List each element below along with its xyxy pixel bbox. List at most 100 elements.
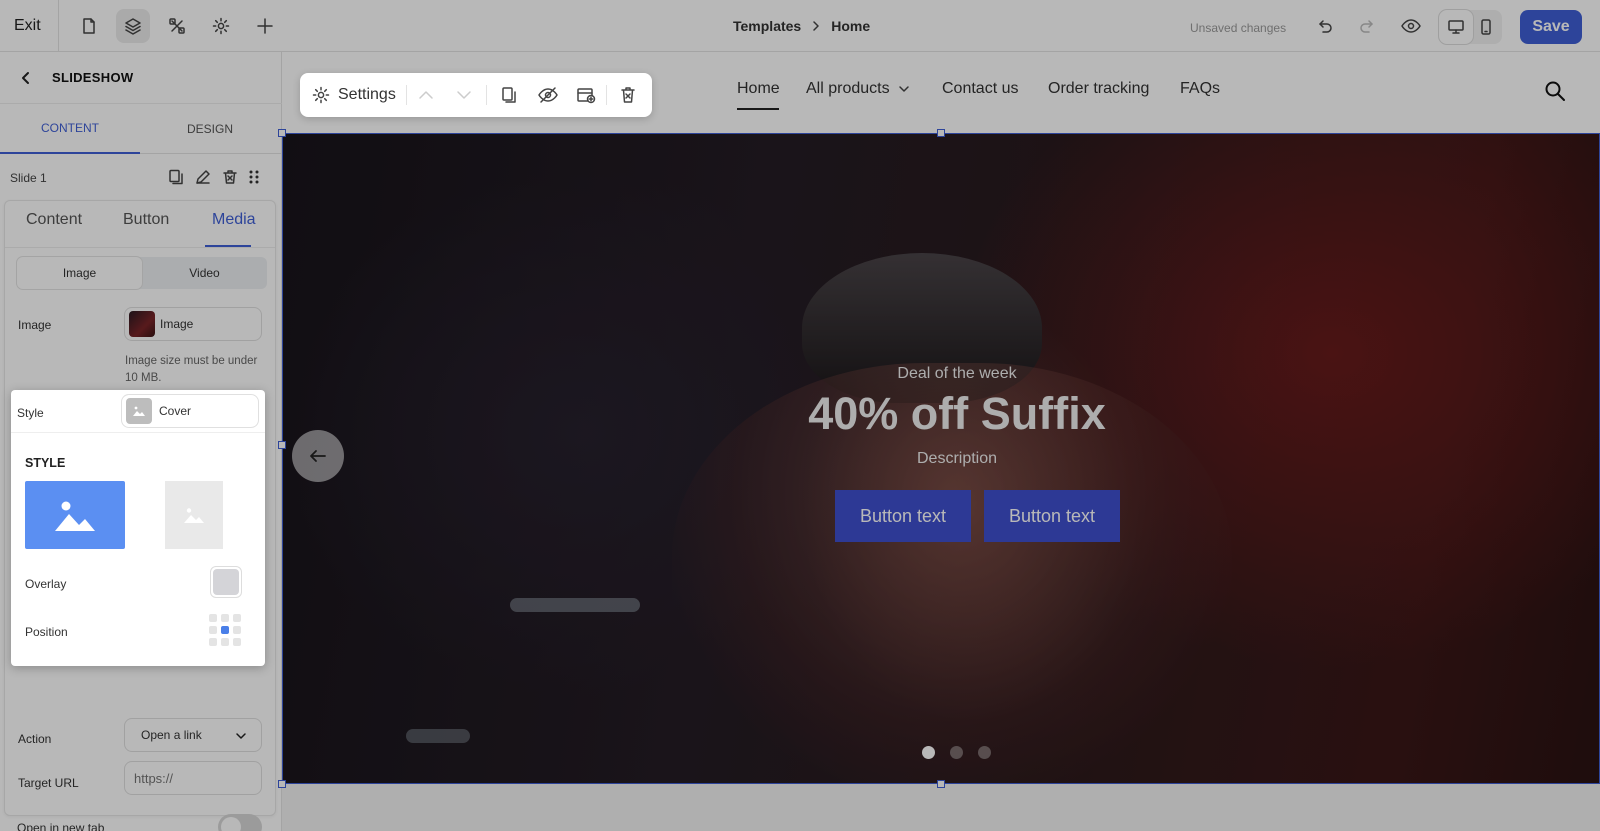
image-thumbnail: [129, 311, 155, 337]
slide-dot-active[interactable]: [922, 746, 935, 759]
position-cell[interactable]: [221, 638, 229, 646]
tab-content[interactable]: CONTENT: [0, 104, 140, 154]
search-icon[interactable]: [1544, 80, 1566, 102]
subtab-content[interactable]: Content: [26, 211, 82, 229]
top-toolbar: Exit Templates Home Unsaved changes Save: [0, 0, 1600, 52]
hero-button-primary[interactable]: Button text: [835, 490, 971, 542]
position-cell[interactable]: [209, 614, 217, 622]
add-icon[interactable]: [248, 9, 282, 43]
section-floating-toolbar: Settings: [300, 73, 652, 117]
media-type-image[interactable]: Image: [17, 257, 142, 289]
hero-button-secondary[interactable]: Button text: [984, 490, 1120, 542]
hero-heading: 40% off Suffix: [808, 388, 1106, 439]
redo-icon[interactable]: [1350, 9, 1384, 43]
breadcrumb-templates[interactable]: Templates: [733, 18, 801, 34]
style-select[interactable]: Cover: [121, 394, 259, 428]
target-url-input[interactable]: [124, 761, 262, 795]
image-hint: Image size must be under 10 MB.: [125, 353, 257, 387]
nav-faqs[interactable]: FAQs: [1180, 80, 1220, 98]
resize-handle[interactable]: [278, 129, 286, 137]
gear-icon[interactable]: [204, 9, 238, 43]
arrow-left-icon: [310, 450, 326, 462]
new-tab-toggle[interactable]: [218, 814, 262, 831]
image-picker[interactable]: Image: [124, 307, 262, 341]
hero-light-streak: [510, 598, 640, 612]
layers-icon[interactable]: [116, 9, 150, 43]
resize-handle[interactable]: [278, 441, 286, 449]
sidebar-tabs: CONTENT DESIGN: [0, 104, 282, 154]
action-select[interactable]: Open a link: [124, 718, 262, 752]
divider: [606, 85, 607, 105]
toggle-knob: [221, 817, 241, 831]
resize-handle[interactable]: [937, 129, 945, 137]
eye-icon[interactable]: [1394, 9, 1428, 43]
new-tab-label: Open in new tab: [17, 821, 105, 831]
position-grid[interactable]: [209, 614, 241, 646]
position-cell[interactable]: [233, 614, 241, 622]
resize-handle[interactable]: [937, 780, 945, 788]
move-up-icon[interactable]: [418, 88, 434, 102]
breadcrumb-home: Home: [831, 18, 871, 34]
nav-contact-us[interactable]: Contact us: [942, 80, 1018, 98]
nav-all-products[interactable]: All products: [806, 80, 910, 98]
edit-icon[interactable]: [195, 169, 211, 185]
delete-icon[interactable]: [222, 169, 238, 185]
page-preview: Home All products Contact us Order track…: [278, 52, 1600, 831]
style-option-cover[interactable]: [25, 481, 125, 549]
slide-label: Slide 1: [10, 171, 47, 185]
save-button[interactable]: Save: [1520, 10, 1582, 44]
hero-eyebrow: Deal of the week: [897, 365, 1017, 382]
position-cell[interactable]: [221, 614, 229, 622]
add-block-icon[interactable]: [576, 86, 596, 104]
style-option-contain[interactable]: [144, 481, 244, 549]
mobile-icon[interactable]: [1469, 10, 1503, 44]
nav-active-indicator: [737, 108, 779, 110]
prev-slide-button[interactable]: [292, 430, 344, 482]
resize-handle[interactable]: [278, 780, 286, 788]
delete-section-icon[interactable]: [620, 86, 636, 104]
sidebar-header: SLIDESHOW: [0, 52, 282, 104]
media-type-video[interactable]: Video: [142, 257, 267, 289]
slide-row[interactable]: Slide 1: [0, 154, 282, 200]
slide-dots: [922, 746, 991, 759]
style-label: Style: [17, 406, 44, 420]
position-cell[interactable]: [209, 638, 217, 646]
image-value: Image: [160, 317, 194, 331]
back-icon[interactable]: [18, 70, 34, 86]
slide-dot[interactable]: [978, 746, 991, 759]
slideshow-hero[interactable]: Deal of the week 40% off Suffix Descript…: [282, 133, 1600, 784]
image-label: Image: [18, 318, 52, 332]
section-title: SLIDESHOW: [52, 70, 134, 85]
overlay-color-swatch[interactable]: [210, 566, 242, 598]
device-switch: [1438, 10, 1502, 44]
apps-icon[interactable]: [160, 9, 194, 43]
subtab-button[interactable]: Button: [123, 211, 169, 229]
move-down-icon[interactable]: [456, 88, 472, 102]
unsaved-status: Unsaved changes: [1190, 21, 1287, 35]
divider: [58, 0, 59, 52]
action-label: Action: [18, 732, 52, 746]
tab-design[interactable]: DESIGN: [140, 104, 280, 154]
chevron-right-icon: [813, 21, 819, 31]
overlay-label: Overlay: [25, 577, 67, 591]
duplicate-icon[interactable]: [168, 169, 184, 185]
exit-button[interactable]: Exit: [14, 17, 41, 35]
subtab-media[interactable]: Media: [212, 211, 256, 229]
slide-dot[interactable]: [950, 746, 963, 759]
position-cell[interactable]: [233, 638, 241, 646]
position-cell[interactable]: [209, 626, 217, 634]
duplicate-section-icon[interactable]: [500, 86, 518, 104]
position-cell-selected[interactable]: [221, 626, 229, 634]
undo-icon[interactable]: [1308, 9, 1342, 43]
divider: [5, 247, 275, 248]
nav-home[interactable]: Home: [737, 80, 780, 98]
position-cell[interactable]: [233, 626, 241, 634]
nav-order-tracking[interactable]: Order tracking: [1048, 80, 1149, 98]
action-value: Open a link: [141, 728, 202, 742]
hide-icon[interactable]: [538, 86, 558, 104]
drag-handle-icon[interactable]: [248, 169, 260, 185]
desktop-icon[interactable]: [1439, 10, 1473, 44]
style-value: Cover: [159, 404, 192, 418]
pages-icon[interactable]: [72, 9, 106, 43]
section-settings-button[interactable]: Settings: [312, 86, 396, 104]
